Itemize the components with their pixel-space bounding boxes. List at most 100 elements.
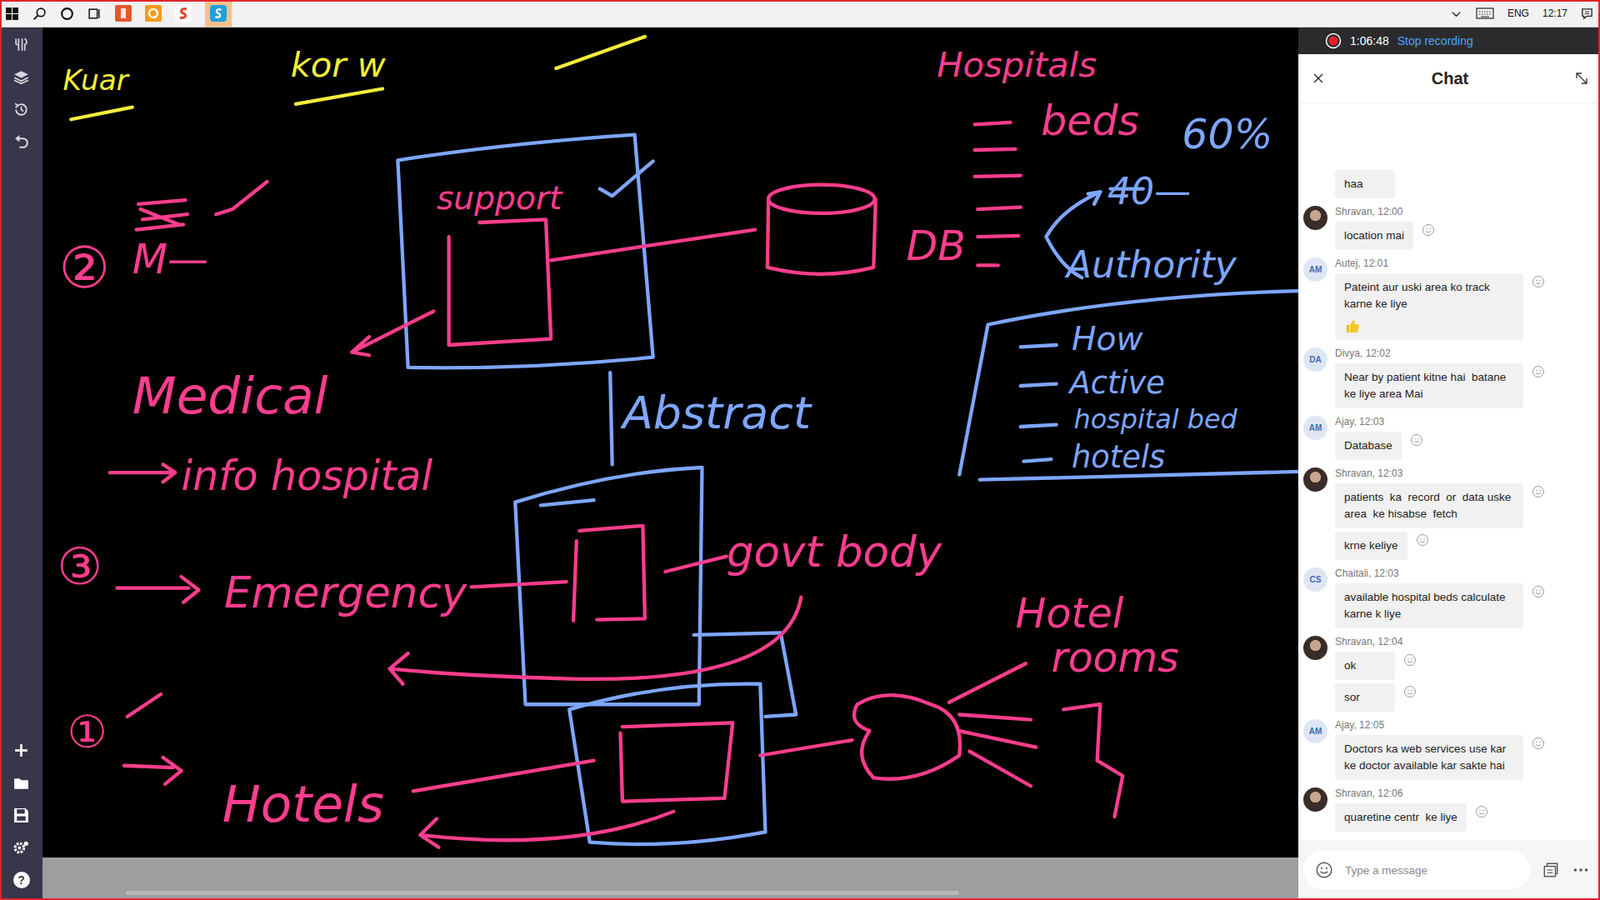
handwritten-annotation[interactable]: Hotel [1015, 590, 1125, 638]
add-reaction-icon[interactable] [1531, 485, 1545, 499]
avatar[interactable]: AM [1303, 257, 1328, 282]
folder-icon[interactable] [12, 774, 30, 792]
expand-icon[interactable] [1575, 71, 1589, 85]
avatar-photo[interactable] [1303, 787, 1328, 812]
tools-icon[interactable] [12, 35, 30, 54]
avatar[interactable]: DA [1303, 347, 1328, 372]
app-icon[interactable] [115, 5, 132, 22]
avatar-photo[interactable] [1303, 205, 1328, 230]
message-bubble[interactable]: ok [1335, 651, 1395, 680]
message-bubble[interactable]: Doctors ka web services use kar ke docto… [1335, 735, 1524, 780]
settings-icon[interactable] [12, 839, 30, 857]
handwritten-annotation[interactable]: beds [1040, 97, 1140, 145]
avatar[interactable]: AM [1303, 719, 1328, 744]
handwritten-annotation[interactable]: Active [1068, 365, 1165, 401]
app-icon[interactable] [175, 5, 192, 22]
add-reaction-icon[interactable] [1403, 685, 1417, 699]
handwritten-annotation[interactable]: info hospital [181, 452, 434, 500]
handwritten-annotation[interactable]: Authority [1064, 243, 1238, 286]
avatar-photo[interactable] [1303, 467, 1328, 492]
avatar-photo[interactable] [1303, 635, 1328, 660]
chat-panel: 1:06:48Stop recordingChathaaShravan, 12:… [1298, 27, 1600, 900]
message-bubble[interactable]: location mai [1335, 221, 1414, 250]
more-options-icon[interactable] [1571, 860, 1590, 880]
add-reaction-icon[interactable] [1403, 653, 1417, 667]
add-reaction-icon[interactable] [1531, 275, 1545, 289]
layers-icon[interactable] [12, 68, 30, 86]
add-reaction-icon[interactable] [1531, 365, 1545, 379]
recording-frame [0, 0, 1600, 900]
handwritten-annotation[interactable]: rooms [1051, 634, 1180, 682]
avatar[interactable]: CS [1303, 567, 1328, 592]
handwritten-annotation[interactable]: M— [132, 235, 209, 284]
clock[interactable]: 12:17 [1542, 7, 1568, 20]
handwritten-annotation[interactable]: govt body [726, 526, 944, 577]
handwritten-annotation[interactable]: kor w [290, 44, 387, 85]
stop-recording-link[interactable]: Stop recording [1397, 34, 1474, 48]
message-meta: Shravan, 12:06 [1335, 787, 1489, 800]
avatar[interactable]: AM [1303, 415, 1328, 440]
message-bubble[interactable]: Database [1335, 431, 1402, 460]
handwritten-annotation[interactable]: hotels [1071, 439, 1165, 475]
message-bubble[interactable]: available hospital beds calculate karne … [1335, 583, 1524, 629]
task-view-icon[interactable] [87, 6, 102, 21]
handwritten-annotation[interactable]: 60% [1181, 110, 1273, 159]
handwritten-annotation[interactable]: support [436, 179, 564, 217]
message-input[interactable]: Type a message [1303, 850, 1530, 890]
add-reaction-icon[interactable] [1421, 223, 1435, 237]
add-reaction-icon[interactable] [1410, 433, 1424, 447]
add-reaction-icon[interactable] [1475, 805, 1489, 819]
handwritten-annotation[interactable]: 40— [1107, 170, 1191, 213]
add-reaction-icon[interactable] [1415, 533, 1430, 547]
add-icon[interactable] [12, 741, 30, 760]
message-group: Shravan, 12:00location mai [1303, 205, 1592, 250]
taskbar: ENG 12:17 [0, 0, 1600, 28]
notification-icon[interactable] [1580, 7, 1594, 20]
message-bubble[interactable]: Pateint aur uski area ko track karne ke … [1335, 273, 1524, 340]
composer: Type a message [1298, 840, 1600, 900]
message-bubble[interactable]: quaretine centr ke liye [1335, 803, 1467, 832]
add-reaction-icon[interactable] [1531, 585, 1545, 599]
active-app[interactable] [205, 0, 232, 27]
search-icon[interactable] [32, 6, 47, 21]
windows-start-icon[interactable] [5, 6, 20, 21]
handwritten-annotation[interactable]: Hospitals [936, 44, 1097, 85]
handwritten-annotation[interactable]: ③ [56, 536, 103, 596]
attach-file-icon[interactable] [1541, 860, 1560, 880]
keyboard-icon[interactable] [1475, 7, 1495, 20]
cortana-icon[interactable] [60, 6, 75, 21]
handwritten-annotation[interactable]: Kuar [63, 63, 130, 97]
message-bubble[interactable]: Near by patient kitne hai batane ke liye… [1335, 363, 1524, 409]
handwritten-annotation[interactable]: Abstract [620, 386, 813, 440]
handwritten-annotation[interactable]: Hotels [222, 774, 385, 834]
history-icon[interactable] [12, 100, 30, 119]
handwritten-annotation[interactable]: hospital bed [1073, 403, 1238, 435]
drawing-canvas[interactable]: Kuar kor w Hospitals beds 60% 40— DB Authority s… [42, 27, 1299, 858]
emoji-icon[interactable] [1315, 860, 1334, 880]
blue-strokes [397, 135, 1299, 845]
message-meta: Divya, 12:02 [1335, 347, 1545, 360]
message-bubble[interactable]: krne keliye [1335, 531, 1408, 560]
yellow-strokes [70, 36, 645, 120]
handwritten-annotation[interactable]: DB [906, 222, 966, 270]
chevron-up-icon[interactable] [1450, 7, 1463, 20]
message-bubble[interactable]: sor [1335, 683, 1395, 712]
close-icon[interactable] [1311, 71, 1325, 85]
pink-strokes [110, 122, 1123, 848]
app-icon[interactable] [145, 5, 162, 22]
language-indicator[interactable]: ENG [1507, 7, 1530, 20]
help-button[interactable]: ? [13, 871, 30, 889]
message-bubble[interactable]: patients ka record or data uske area ke … [1335, 483, 1524, 529]
handwritten-annotation[interactable]: Emergency [224, 567, 469, 618]
message-bubble[interactable]: haa [1335, 170, 1395, 199]
horizontal-scrollbar[interactable] [125, 890, 960, 895]
handwritten-annotation[interactable]: Medical [132, 365, 329, 425]
undo-icon[interactable] [12, 133, 30, 151]
handwritten-annotation[interactable]: ② [59, 234, 111, 301]
add-reaction-icon[interactable] [1531, 736, 1545, 750]
message-list: haaShravan, 12:00location maiAMAutej, 12… [1298, 103, 1600, 840]
save-icon[interactable] [12, 806, 30, 825]
handwritten-annotation[interactable]: How [1071, 320, 1144, 358]
handwritten-annotation[interactable]: ① [66, 705, 107, 759]
thumbs-up-icon[interactable] [1344, 317, 1361, 335]
